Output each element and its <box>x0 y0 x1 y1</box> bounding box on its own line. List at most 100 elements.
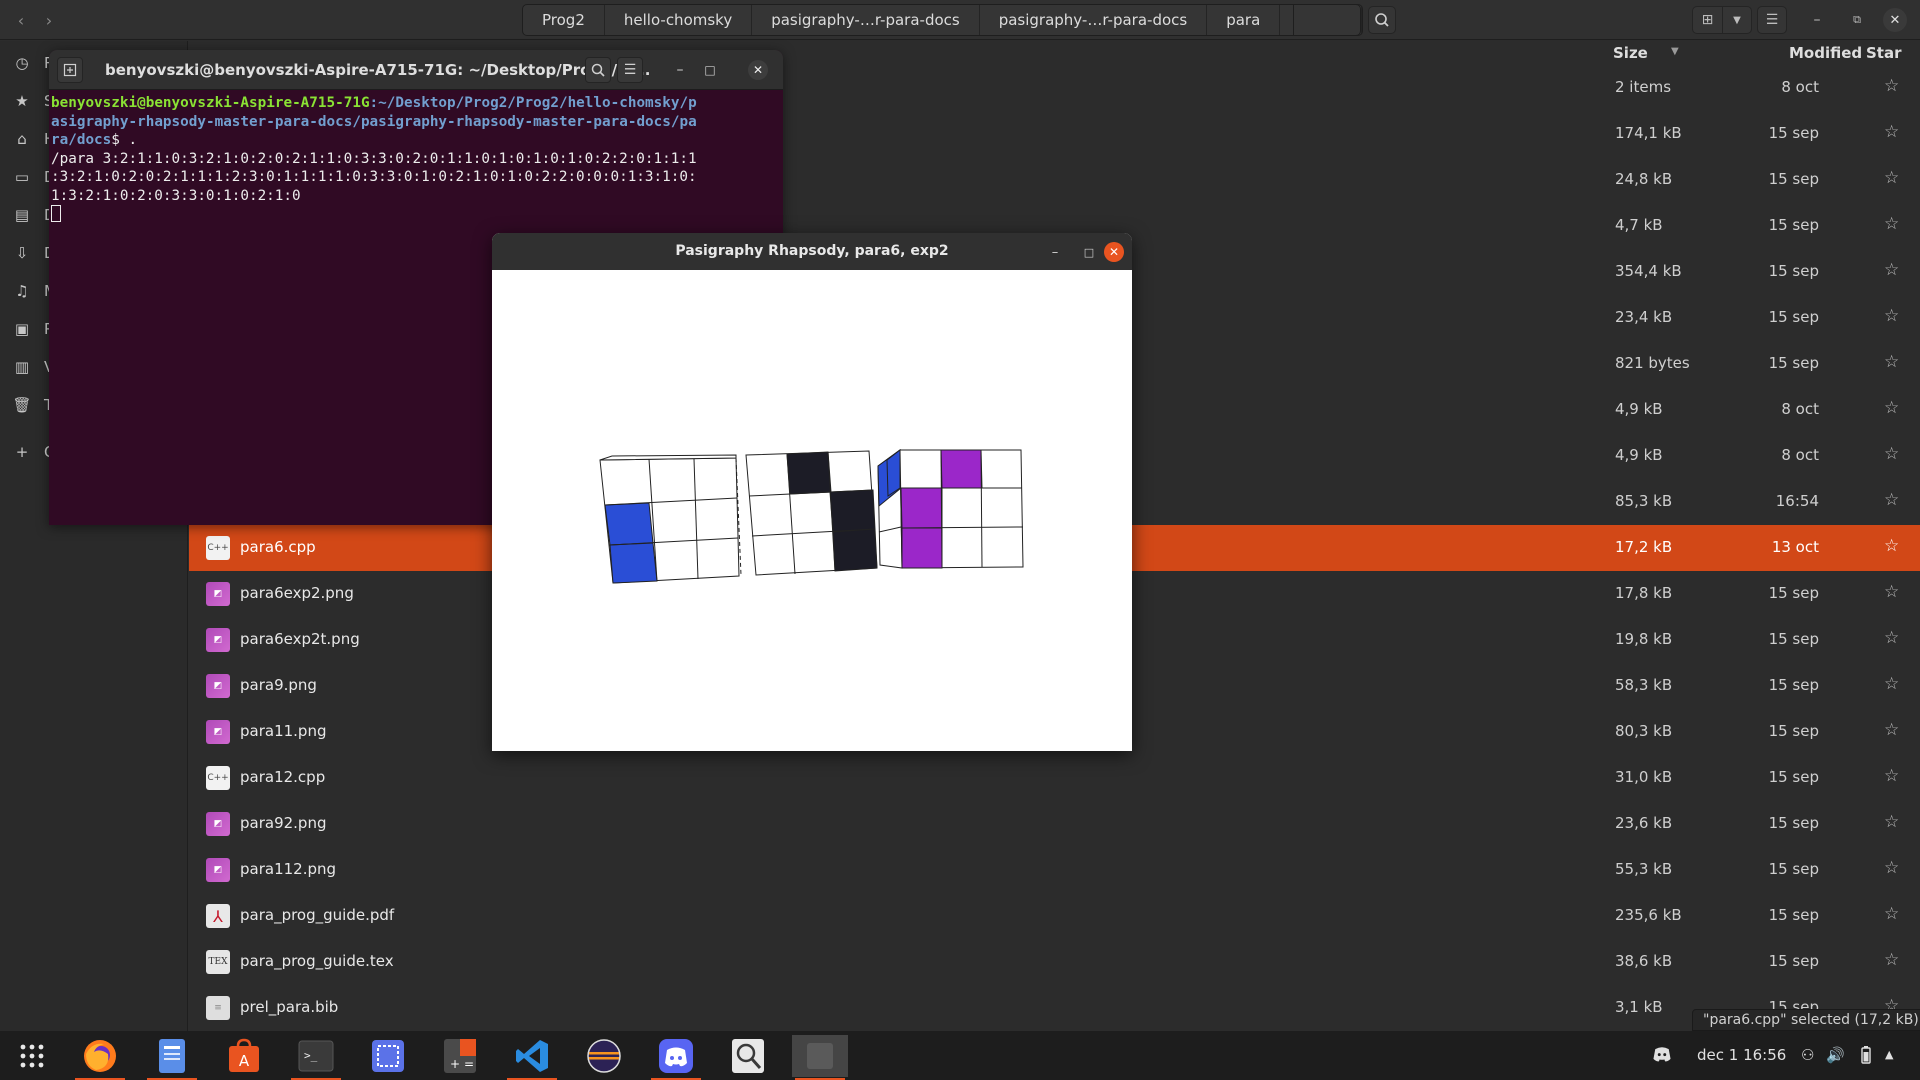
dock-app-discord[interactable] <box>648 1035 704 1080</box>
videos-icon: ▥ <box>14 358 30 376</box>
star-icon[interactable]: ☆ <box>1884 812 1899 832</box>
minimize-button[interactable]: – <box>667 57 693 83</box>
star-icon[interactable]: ☆ <box>1884 398 1899 418</box>
cube-cell-purple <box>900 487 943 529</box>
minimize-button[interactable]: – <box>1805 8 1829 32</box>
star-icon[interactable]: ☆ <box>1884 904 1899 924</box>
minimize-button[interactable]: – <box>1044 241 1066 263</box>
star-icon[interactable]: ☆ <box>1884 76 1899 96</box>
show-apps-button[interactable] <box>4 1035 60 1077</box>
star-icon[interactable]: ☆ <box>1884 490 1899 510</box>
back-button[interactable]: ‹ <box>8 7 34 33</box>
pasigraphy-window[interactable]: Pasigraphy Rhapsody, para6, exp2 – □ ✕ <box>492 233 1132 751</box>
file-row[interactable]: ◩ para112.png 55,3 kB 15 sep ☆ <box>189 847 1920 893</box>
search-button[interactable] <box>585 57 611 83</box>
star-icon[interactable]: ☆ <box>1884 950 1899 970</box>
column-header-modified[interactable]: Modified <box>1789 44 1862 62</box>
network-icon[interactable]: ⚇ <box>1801 1046 1814 1064</box>
star-icon[interactable]: ☆ <box>1884 536 1899 556</box>
discord-tray-icon[interactable] <box>1651 1043 1673 1069</box>
star-icon[interactable]: ☆ <box>1884 352 1899 372</box>
star-icon[interactable]: ☆ <box>1884 720 1899 740</box>
star-icon[interactable]: ☆ <box>1884 122 1899 142</box>
dock-app-software[interactable]: A <box>216 1035 272 1077</box>
trash-icon: 🗑 <box>12 396 32 414</box>
star-icon[interactable]: ☆ <box>1884 628 1899 648</box>
star-icon[interactable]: ☆ <box>1884 214 1899 234</box>
restore-button[interactable]: ⧉ <box>1845 8 1869 32</box>
maximize-button[interactable]: □ <box>697 57 723 83</box>
downloads-icon: ⇩ <box>15 244 29 262</box>
sort-chevron-icon[interactable]: ▼ <box>1671 46 1679 57</box>
close-button[interactable]: ✕ <box>748 60 768 80</box>
dock-app-eclipse[interactable] <box>576 1035 632 1077</box>
path-crumb[interactable]: hello-chomsky <box>605 5 753 35</box>
clock[interactable]: dec 1 16:56 <box>1697 1046 1786 1064</box>
active-window-icon <box>807 1043 833 1069</box>
close-button[interactable]: ✕ <box>1104 242 1124 262</box>
file-modified: 16:54 <box>1775 492 1819 510</box>
new-tab-button[interactable] <box>57 57 83 83</box>
star-icon[interactable]: ☆ <box>1884 582 1899 602</box>
file-row[interactable]: ⅄ para_prog_guide.pdf 235,6 kB 15 sep ☆ <box>189 893 1920 939</box>
star-icon[interactable]: ☆ <box>1884 766 1899 786</box>
star-icon[interactable]: ☆ <box>1884 674 1899 694</box>
maximize-button[interactable]: □ <box>1078 241 1100 263</box>
path-crumb[interactable]: para <box>1207 5 1281 35</box>
file-row[interactable]: ≡ prel_para.bib 3,1 kB 15 sep ☆ <box>189 985 1920 1031</box>
search-button[interactable] <box>1368 6 1396 34</box>
file-row[interactable]: C++ para12.cpp 31,0 kB 15 sep ☆ <box>189 755 1920 801</box>
file-modified: 15 sep <box>1768 630 1819 648</box>
discord-icon <box>659 1039 693 1073</box>
home-icon: ⌂ <box>17 130 27 148</box>
file-row[interactable]: TEX para_prog_guide.tex 38,6 kB 15 sep ☆ <box>189 939 1920 985</box>
dock-app-vscode[interactable] <box>504 1035 560 1080</box>
file-row[interactable]: ◩ para92.png 23,6 kB 15 sep ☆ <box>189 801 1920 847</box>
image-icon: ◩ <box>206 812 230 836</box>
star-icon[interactable]: ☆ <box>1884 444 1899 464</box>
system-menu-chevron-icon[interactable]: ▲ <box>1885 1048 1893 1061</box>
chevron-down-icon[interactable]: ▼ <box>1722 7 1751 33</box>
view-toggle-group: ⊞ ▼ <box>1692 6 1752 34</box>
star-icon[interactable]: ☆ <box>1884 168 1899 188</box>
dock-app-terminal[interactable]: >_ <box>288 1035 344 1080</box>
cube-cell-dark <box>786 451 832 495</box>
render-canvas[interactable] <box>492 270 1132 751</box>
path-bar-empty-area[interactable] <box>1293 4 1361 36</box>
cube-cell-blue <box>609 542 658 584</box>
path-crumb[interactable]: Prog2 <box>523 5 605 35</box>
forward-button[interactable]: › <box>36 7 62 33</box>
file-modified: 13 oct <box>1771 538 1819 556</box>
close-button[interactable]: ✕ <box>1883 8 1907 32</box>
dock-app-image-viewer[interactable] <box>720 1035 776 1077</box>
column-header-star[interactable]: Star <box>1866 44 1902 62</box>
path-crumb[interactable]: pasigraphy-…r-para-docs <box>752 5 980 35</box>
image-icon: ◩ <box>206 582 230 606</box>
file-modified: 15 sep <box>1768 354 1819 372</box>
file-modified: 15 sep <box>1768 768 1819 786</box>
terminal-prompt-line: asigraphy-rhapsody-master-para-docs/pasi… <box>51 113 697 130</box>
dock-app-firefox[interactable] <box>72 1035 128 1080</box>
path-crumb[interactable]: pasigraphy-…r-para-docs <box>980 5 1208 35</box>
battery-icon[interactable] <box>1859 1046 1873 1068</box>
star-icon[interactable]: ☆ <box>1884 858 1899 878</box>
file-name: para12.cpp <box>240 768 326 786</box>
file-name: para6exp2.png <box>240 584 354 602</box>
file-modified: 15 sep <box>1768 952 1819 970</box>
menu-button[interactable]: ☰ <box>1757 6 1787 34</box>
column-header-size[interactable]: Size <box>1613 44 1648 62</box>
volume-icon[interactable]: 🔊 <box>1826 1046 1845 1064</box>
menu-button[interactable]: ☰ <box>617 57 643 83</box>
file-size: 4,9 kB <box>1615 446 1663 464</box>
dock-app-screenshot[interactable] <box>360 1035 416 1077</box>
terminal-output[interactable]: benyovszki@benyovszki-Aspire-A715-71G:~/… <box>51 94 779 225</box>
star-icon[interactable]: ☆ <box>1884 260 1899 280</box>
dock-app-active-window[interactable] <box>792 1035 848 1080</box>
dock-app-files[interactable] <box>144 1035 200 1080</box>
star-icon[interactable]: ☆ <box>1884 306 1899 326</box>
cpp-file-icon: C++ <box>206 536 230 560</box>
dock-app-calculator[interactable]: + = <box>432 1035 488 1077</box>
grid-view-icon[interactable]: ⊞ <box>1693 7 1722 33</box>
file-size: 17,8 kB <box>1615 584 1673 602</box>
battery-icon <box>1861 1046 1871 1064</box>
